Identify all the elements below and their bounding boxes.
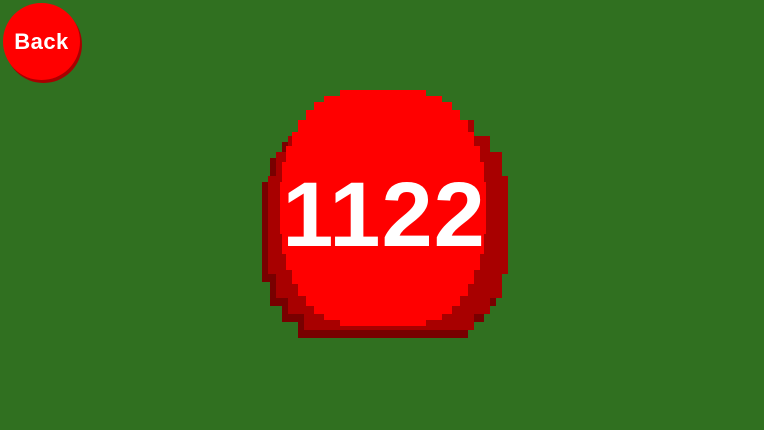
back-button[interactable]: Back xyxy=(3,3,80,80)
click-counter-button[interactable]: 1122 xyxy=(258,86,510,342)
back-button-label: Back xyxy=(14,29,69,54)
game-stage: Back 1122 xyxy=(0,0,764,430)
click-count: 1122 xyxy=(282,164,486,266)
